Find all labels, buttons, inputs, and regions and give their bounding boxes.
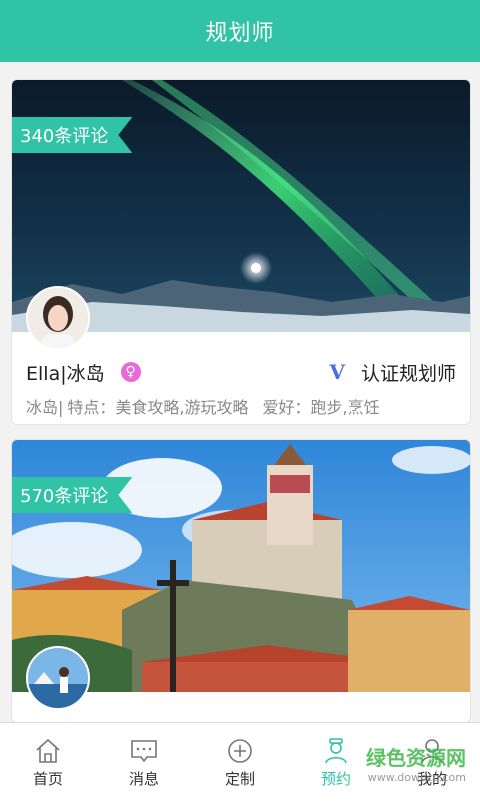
tab-messages[interactable]: 消息 [96,723,192,801]
home-icon [36,738,60,763]
tab-custom-label: 定制 [224,769,255,788]
verified-icon: V [329,360,345,384]
watermark-text: 绿色资源网 [366,746,466,770]
planner-card[interactable]: 340条评论 Ella|冰岛 ♀ V 认证规划师 冰岛| 特点：美食攻略,游玩攻略… [11,79,471,425]
plus-circle-icon [228,738,252,763]
planner-details: 冰岛| 特点：美食攻略,游玩攻略 爱好：跑步,烹饪 [26,394,394,418]
planner-hobbies: 爱好：跑步,烹饪 [262,398,380,417]
tab-home-label: 首页 [32,769,63,788]
watermark-url: www.downcc.com [367,771,466,784]
message-icon [131,739,157,762]
avatar[interactable] [26,646,90,710]
tab-custom[interactable]: 定制 [192,723,288,801]
review-count-badge: 340条评论 [12,117,132,153]
tab-home[interactable]: 首页 [0,723,96,801]
avatar[interactable] [26,286,90,350]
planner-info-row: Ella|冰岛 ♀ V 认证规划师 [26,356,456,388]
planner-features: 特点：美食攻略,游玩攻略 [67,398,249,417]
female-icon: ♀ [120,362,141,382]
verified-label: 认证规划师 [360,362,456,385]
tab-booking-label: 预约 [320,769,351,788]
app-header: 规划师 [0,0,480,62]
person-icon [325,737,347,763]
planner-name: Ella|冰岛 [26,362,105,385]
tab-messages-label: 消息 [128,769,159,788]
planner-location: 冰岛| [26,398,64,417]
review-count-badge: 570条评论 [12,477,132,513]
page-title: 规划师 [205,21,275,46]
planner-card[interactable]: 570条评论 [11,439,471,723]
watermark: 绿色资源网 www.downcc.com [366,748,466,788]
